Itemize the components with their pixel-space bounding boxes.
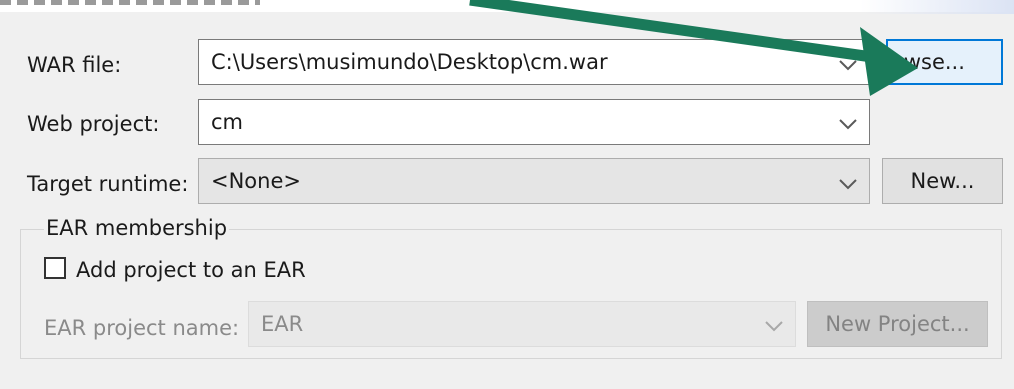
war-file-value: C:\Users\musimundo\Desktop\cm.war	[211, 50, 608, 74]
ear-project-name-value: EAR	[261, 312, 304, 336]
dashed-separator	[0, 0, 260, 5]
ear-project-name-combo[interactable]: EAR	[248, 301, 796, 347]
target-runtime-chevron-down-icon[interactable]	[837, 176, 859, 192]
web-project-value: cm	[211, 110, 244, 134]
ear-membership-legend: EAR membership	[44, 216, 230, 240]
new-project-button[interactable]: New Project...	[807, 301, 988, 347]
new-project-button-label: New Project...	[825, 312, 970, 336]
war-file-label: WAR file:	[27, 53, 122, 77]
window-edge-highlight	[860, 0, 1014, 14]
new-runtime-button-label: New...	[910, 169, 975, 193]
target-runtime-label: Target runtime:	[27, 172, 189, 196]
web-project-combo[interactable]: cm	[198, 99, 870, 145]
ear-project-chevron-down-icon	[765, 321, 783, 332]
browse-button[interactable]: owse...	[886, 39, 1003, 85]
web-project-label: Web project:	[27, 112, 160, 136]
browse-button-label: owse...	[891, 50, 965, 74]
war-file-chevron-down-icon[interactable]	[837, 57, 859, 73]
target-runtime-combo[interactable]: <None>	[198, 158, 870, 204]
add-to-ear-label[interactable]: Add project to an EAR	[76, 260, 306, 281]
add-to-ear-checkbox[interactable]	[44, 257, 66, 279]
ear-project-name-label: EAR project name:	[44, 316, 240, 340]
target-runtime-value: <None>	[211, 169, 301, 193]
new-runtime-button[interactable]: New...	[882, 158, 1003, 204]
web-project-chevron-down-icon[interactable]	[837, 116, 859, 132]
war-file-input[interactable]: C:\Users\musimundo\Desktop\cm.war	[198, 39, 870, 85]
